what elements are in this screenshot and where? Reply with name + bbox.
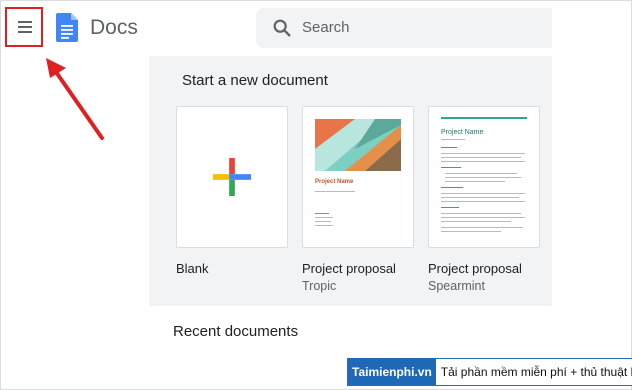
thumb-title: Project Name [441,129,484,136]
recent-documents-heading: Recent documents [173,323,299,340]
search-input[interactable] [302,8,542,48]
app-title[interactable]: Docs [90,16,138,40]
template-thumbnail[interactable]: Project Name [428,106,540,248]
template-blank[interactable]: Blank [176,106,288,276]
plus-icon [213,158,251,196]
thumb-title: Project Name [315,179,354,185]
watermark-brand: Taimienphi.vn [348,359,436,385]
watermark: Taimienphi.vn Tải phần mềm miễn phí + th… [347,358,632,386]
annotation-arrow-icon [46,58,104,140]
template-preview-image [315,119,401,171]
template-thumbnail[interactable] [176,106,288,248]
search-bar[interactable] [256,8,552,48]
template-name: Blank [176,261,209,276]
template-name: Project proposal [302,261,396,276]
template-project-proposal-tropic[interactable]: Project Name Project proposal Tropic [302,106,414,293]
template-subtitle: Tropic [302,279,337,293]
watermark-tagline: Tải phần mềm miễn phí + thủ thuật hay [440,365,632,379]
template-subtitle: Spearmint [428,279,485,293]
template-gallery: Start a new document Blank Project Name … [149,56,552,306]
section-title: Start a new document [182,72,328,89]
template-thumbnail[interactable]: Project Name [302,106,414,248]
search-icon[interactable] [271,17,293,39]
docs-logo-icon[interactable] [56,13,78,42]
template-name: Project proposal [428,261,522,276]
template-project-proposal-spearmint[interactable]: Project Name Project proposal Spearmint [428,106,540,293]
main-menu-button[interactable] [5,7,43,47]
